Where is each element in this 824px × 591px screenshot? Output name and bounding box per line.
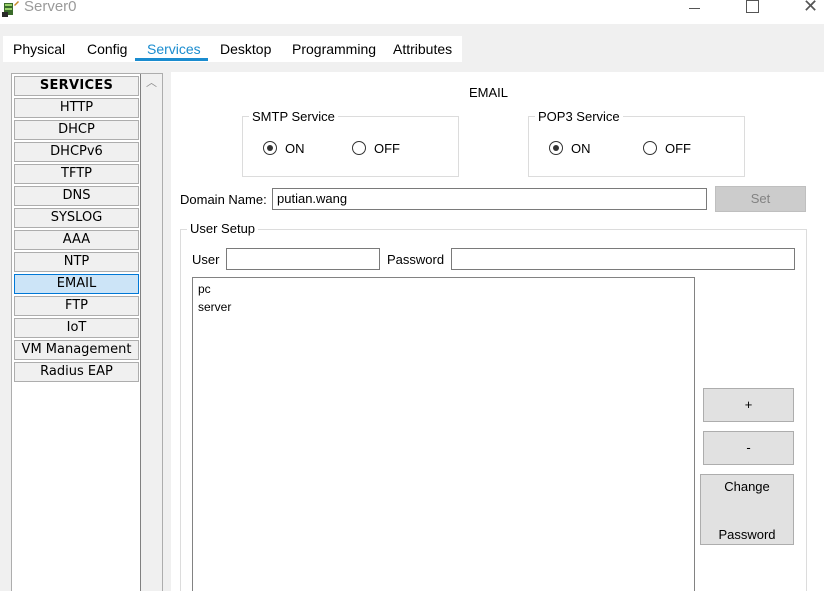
user-input[interactable] [226,248,380,270]
list-item-pc[interactable]: pc [198,282,211,296]
tab-attributes[interactable]: Attributes [393,41,452,57]
sidebar-item-radius-eap[interactable]: Radius EAP [14,362,139,382]
window-title: Server0 [24,0,77,15]
maximize-icon[interactable] [746,0,759,13]
sidebar-item-email[interactable]: EMAIL [14,274,139,294]
set-button[interactable]: Set [715,186,806,212]
tab-services[interactable]: Services [147,41,201,57]
services-header: SERVICES [14,76,139,96]
close-icon[interactable]: ✕ [803,0,818,17]
pop3-on-label[interactable]: ON [571,141,591,156]
smtp-on-radio[interactable] [263,141,277,155]
pop3-service-legend: POP3 Service [535,109,623,124]
pop3-on-radio[interactable] [549,141,563,155]
tab-desktop[interactable]: Desktop [220,41,271,57]
sidebar-item-dhcp[interactable]: DHCP [14,120,139,140]
password-label: Password [387,252,445,267]
tab-config[interactable]: Config [87,41,127,57]
sidebar-item-tftp[interactable]: TFTP [14,164,139,184]
smtp-service-legend: SMTP Service [249,109,338,124]
title-bar: Server0 ✕ [0,0,824,22]
list-item-server[interactable]: server [198,300,231,314]
sidebar-item-dns[interactable]: DNS [14,186,139,206]
pop3-off-label[interactable]: OFF [665,141,691,156]
domain-name-label: Domain Name: [180,192,267,207]
sidebar-item-iot[interactable]: IoT [14,318,139,338]
user-setup-legend: User Setup [187,221,259,236]
smtp-off-radio[interactable] [352,141,366,155]
sidebar-item-http[interactable]: HTTP [14,98,139,118]
remove-user-button[interactable]: - [703,431,794,465]
sidebar-item-vm-management[interactable]: VM Management [14,340,139,360]
sidebar-item-aaa[interactable]: AAA [14,230,139,250]
panel-title: EMAIL [469,85,509,100]
sidebar-item-syslog[interactable]: SYSLOG [14,208,139,228]
add-user-button[interactable]: + [703,388,794,422]
active-tab-indicator [135,58,208,61]
change-password-line2: Password [718,527,776,542]
sidebar-item-ntp[interactable]: NTP [14,252,139,272]
smtp-on-label[interactable]: ON [285,141,305,156]
tab-programming[interactable]: Programming [292,41,376,57]
minimize-icon[interactable] [689,8,700,9]
domain-name-input[interactable]: putian.wang [272,188,707,210]
change-password-line1: Change [724,479,770,494]
password-input[interactable] [451,248,795,270]
sidebar-item-dhcpv6[interactable]: DHCPv6 [14,142,139,162]
smtp-off-label[interactable]: OFF [374,141,400,156]
scroll-up-icon[interactable]: ︿ [146,78,157,89]
sidebar-item-ftp[interactable]: FTP [14,296,139,316]
sidebar-scrollbar[interactable] [141,74,162,591]
tab-physical[interactable]: Physical [13,41,65,57]
change-password-button[interactable]: Change Password [700,474,794,545]
user-label: User [192,252,220,267]
pop3-off-radio[interactable] [643,141,657,155]
user-list[interactable]: pc server [192,277,695,591]
server-app-icon [2,1,19,17]
